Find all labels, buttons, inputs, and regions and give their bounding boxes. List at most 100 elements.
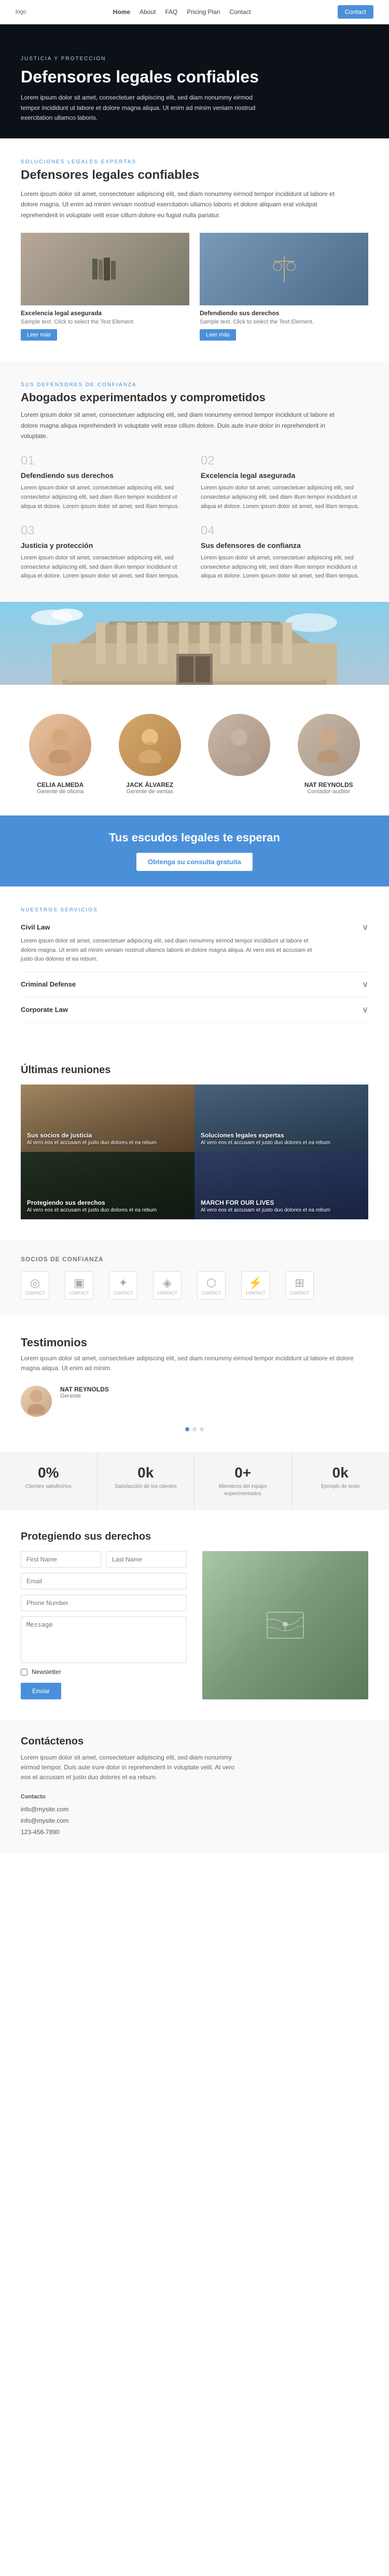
- chevron-right-icon-2: ∨: [362, 1005, 368, 1015]
- meeting-title-4: MARCH FOR OUR LIVES: [201, 1199, 362, 1206]
- email-input[interactable]: [21, 1573, 187, 1589]
- footer-contact: Contacto info@mysite.com info@mysite.com…: [21, 1792, 368, 1838]
- meeting-card-3: Protegiendo sus derechos Al vero eos et …: [21, 1152, 195, 1219]
- feature-text-3: Lorem ipsum dolor sit amet, consectetuer…: [21, 554, 188, 581]
- meeting-overlay-1: Sus socios de justicia Al vero eos et ac…: [21, 1085, 195, 1152]
- nav-cta-button[interactable]: Contact: [338, 5, 373, 19]
- team-section: CELIA ALMEDA Gerente de oficina JACK ÁLV…: [0, 685, 389, 815]
- testimonial-role: Gerente: [60, 1393, 109, 1399]
- first-name-input[interactable]: [21, 1551, 101, 1568]
- feature-num-4: 04: [201, 524, 368, 538]
- lawyers-label: SUS DEFENSORES DE CONFIANZA: [21, 382, 368, 388]
- footer-title: Contáctenos: [21, 1736, 368, 1748]
- feature-text-1: Lorem ipsum dolor sit amet, consectetuer…: [21, 484, 188, 511]
- feature-title-2: Excelencia legal asegurada: [201, 471, 368, 480]
- feature-title-4: Sus defensores de confianza: [201, 541, 368, 550]
- feature-1: 01 Defendiendo sus derechos Lorem ipsum …: [21, 454, 188, 511]
- nav-contact[interactable]: Contact: [229, 8, 251, 16]
- meeting-overlay-4: MARCH FOR OUR LIVES Al vero eos et accus…: [195, 1152, 368, 1219]
- img-btn-1[interactable]: Leer más: [21, 329, 57, 341]
- partners-section: Socios de confianza ◎CONTACT ▣CONTACT ✦C…: [0, 1240, 389, 1315]
- nav-about[interactable]: About: [140, 8, 156, 16]
- avatar-3: [208, 714, 270, 776]
- img-sub-2: Sample text. Click to select the Text El…: [200, 319, 368, 325]
- hero-section: JUSTICIA Y PROTECCIÓN Defensores legales…: [0, 24, 389, 138]
- contact-form-section: Protegiendo sus derechos Newsletter Envi…: [0, 1510, 389, 1720]
- phone-input[interactable]: [21, 1595, 187, 1611]
- meetings-section: Últimas reuniones Sus socios de justicia…: [0, 1044, 389, 1240]
- stat-num-1: 0%: [10, 1465, 87, 1481]
- img-card-2: Defendiendo sus derechos Sample text. Cl…: [200, 233, 368, 341]
- person-silhouette-1: [45, 727, 76, 763]
- last-name-input[interactable]: [106, 1551, 187, 1568]
- soluciones-label: SOLUCIONES LEGALES EXPERTAS: [21, 159, 368, 165]
- submit-button[interactable]: Enviar: [21, 1683, 61, 1699]
- service-criminal-header[interactable]: Criminal Defense ∨: [21, 979, 368, 990]
- meeting-title-1: Sus socios de justicia: [27, 1132, 188, 1139]
- soluciones-title: Defensores legales confiables: [21, 168, 368, 182]
- newsletter-checkbox[interactable]: [21, 1669, 27, 1676]
- img-btn-2[interactable]: Leer más: [200, 329, 236, 341]
- img-sub-1: Sample text. Click to select the Text El…: [21, 319, 189, 325]
- testimonial-text: NAT REYNOLDS Gerente: [60, 1386, 109, 1399]
- testimonials-section: Testimonios Lorem ipsum dolor sit amet, …: [0, 1315, 389, 1452]
- feature-text-4: Lorem ipsum dolor sit amet, consectetuer…: [201, 554, 368, 581]
- hero-title: Defensores legales confiables: [21, 67, 368, 87]
- lawyers-section: SUS DEFENSORES DE CONFIANZA Abogados exp…: [0, 361, 389, 602]
- meeting-overlay-2: Soluciones legales expertas Al vero eos …: [195, 1085, 368, 1152]
- partner-1: ◎CONTACT: [21, 1271, 49, 1300]
- map-placeholder: [202, 1551, 368, 1699]
- footer-email-1: info@mysite.com: [21, 1806, 68, 1813]
- img-placeholder-1: [21, 233, 189, 305]
- testimonials-title: Testimonios: [21, 1336, 368, 1349]
- img-caption-2: Defendiendo sus derechos: [200, 309, 368, 317]
- dot-3[interactable]: [200, 1427, 204, 1431]
- service-civil-header[interactable]: Civil Law ∨: [21, 922, 368, 933]
- feature-grid: 01 Defendiendo sus derechos Lorem ipsum …: [21, 454, 368, 581]
- cta-section: Tus escudos legales te esperan Obtenga s…: [0, 815, 389, 886]
- meeting-title-2: Soluciones legales expertas: [201, 1132, 362, 1139]
- stats-section: 0% Clientes satisfechos 0k Satisfacción …: [0, 1452, 389, 1510]
- team-member-1: CELIA ALMEDA Gerente de oficina: [21, 714, 100, 795]
- service-civil-law: Civil Law ∨ Lorem ipsum dolor sit amet, …: [21, 915, 368, 972]
- nav-logo: logo: [16, 9, 26, 15]
- feature-text-2: Lorem ipsum dolor sit amet, consectetuer…: [201, 484, 368, 511]
- stat-num-3: 0+: [205, 1465, 281, 1481]
- stat-num-4: 0k: [302, 1465, 379, 1481]
- stat-4: 0k Ejemplo de texto: [292, 1452, 389, 1510]
- hero-description: Lorem ipsum dolor sit amet, consectetuer…: [21, 93, 270, 123]
- message-input[interactable]: [21, 1616, 187, 1663]
- service-corporate-title: Corporate Law: [21, 1006, 68, 1013]
- person-silhouette-4: [313, 727, 344, 763]
- nav-pricing[interactable]: Pricing Plan: [187, 8, 220, 16]
- feature-num-3: 03: [21, 524, 188, 538]
- meeting-sub-3: Al vero eos et accusam et justo duo dolo…: [27, 1207, 188, 1213]
- img-card-1: Excelencia legal asegurada Sample text. …: [21, 233, 189, 341]
- footer-email-2: info@mysite.com: [21, 1817, 68, 1824]
- dot-2[interactable]: [192, 1427, 197, 1431]
- team-name-2: JACK ÁLVAREZ: [110, 781, 190, 789]
- footer-phone: 123-456-7890: [21, 1828, 60, 1836]
- dot-1[interactable]: [185, 1427, 189, 1431]
- service-corporate-law: Corporate Law ∨: [21, 997, 368, 1023]
- soluciones-section: SOLUCIONES LEGALES EXPERTAS Defensores l…: [0, 138, 389, 361]
- law-books-icon: [90, 254, 121, 285]
- nav-faq[interactable]: FAQ: [165, 8, 177, 16]
- cta-title: Tus escudos legales te esperan: [21, 831, 368, 844]
- partner-6: ⚡CONTACT: [241, 1271, 270, 1300]
- cta-button[interactable]: Obtenga su consulta gratuita: [136, 853, 253, 871]
- avatar-2: [119, 714, 181, 776]
- service-corporate-header[interactable]: Corporate Law ∨: [21, 1005, 368, 1015]
- meeting-card-1: Sus socios de justicia Al vero eos et ac…: [21, 1085, 195, 1152]
- meeting-title-3: Protegiendo sus derechos: [27, 1199, 188, 1206]
- form-right: [202, 1551, 368, 1699]
- nav-links: Home About FAQ Pricing Plan Contact: [113, 8, 251, 16]
- hero-tag: JUSTICIA Y PROTECCIÓN: [21, 56, 368, 62]
- nav-home[interactable]: Home: [113, 8, 130, 16]
- lawyers-title: Abogados experimentados y comprometidos: [21, 391, 368, 404]
- feature-2: 02 Excelencia legal asegurada Lorem ipsu…: [201, 454, 368, 511]
- service-civil-desc: Lorem ipsum dolor sit amet, consectetuer…: [21, 937, 322, 964]
- soluciones-description: Lorem ipsum dolor sit amet, consectetuer…: [21, 189, 342, 220]
- courthouse-image: [0, 602, 389, 685]
- meeting-overlay-3: Protegiendo sus derechos Al vero eos et …: [21, 1152, 195, 1219]
